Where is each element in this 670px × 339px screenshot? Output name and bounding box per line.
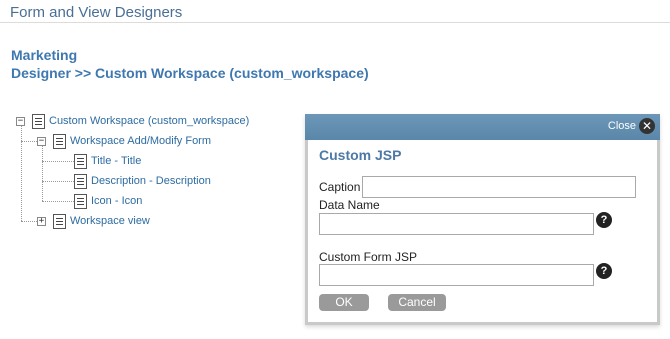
data-name-label: Data Name [319,198,380,212]
tree-node-label[interactable]: Custom Workspace (custom_workspace) [49,115,249,127]
custom-form-jsp-label: Custom Form JSP [319,250,418,264]
tree-node-custom-workspace[interactable]: Custom Workspace (custom_workspace) [32,113,249,129]
document-icon [32,113,45,129]
tree-node-workspace-view[interactable]: Workspace view [53,213,150,229]
tree-collapse-toggle[interactable]: − [37,137,46,146]
dialog-title: Custom JSP [319,147,402,163]
tree-collapse-toggle[interactable]: − [16,117,25,126]
close-label[interactable]: Close [608,120,636,132]
tree-node-label[interactable]: Workspace Add/Modify Form [70,135,211,147]
tree-node-icon[interactable]: Icon - Icon [74,193,142,209]
caption-label: Caption [319,180,361,194]
tree-node-workspace-form[interactable]: Workspace Add/Modify Form [53,133,211,149]
tree-connector [42,181,74,182]
designer-tree: − Custom Workspace (custom_workspace) − … [0,0,300,339]
ok-button[interactable]: OK [319,294,369,311]
tree-node-label[interactable]: Description - Description [91,175,211,187]
tree-connector [42,146,43,201]
tree-connector [42,161,74,162]
document-icon [74,193,87,209]
dialog-titlebar[interactable]: Close ✕ [305,114,660,140]
tree-node-label[interactable]: Title - Title [91,155,141,167]
document-icon [74,153,87,169]
tree-node-description[interactable]: Description - Description [74,173,211,189]
caption-input[interactable] [362,176,636,198]
help-icon[interactable]: ? [596,263,612,279]
document-icon [53,133,66,149]
tree-node-title[interactable]: Title - Title [74,153,141,169]
custom-form-jsp-input[interactable] [319,264,594,286]
close-icon[interactable]: ✕ [639,118,655,134]
cancel-button[interactable]: Cancel [388,294,446,311]
tree-node-label[interactable]: Icon - Icon [91,195,142,207]
custom-jsp-dialog: Close ✕ Custom JSP Caption Data Name ? C… [305,114,660,325]
tree-expand-toggle[interactable]: + [37,217,46,226]
document-icon [74,173,87,189]
tree-connector [21,141,37,142]
data-name-input[interactable] [319,213,594,235]
tree-node-label[interactable]: Workspace view [70,215,150,227]
help-icon[interactable]: ? [596,212,612,228]
document-icon [53,213,66,229]
tree-connector [42,201,74,202]
tree-connector [21,221,37,222]
